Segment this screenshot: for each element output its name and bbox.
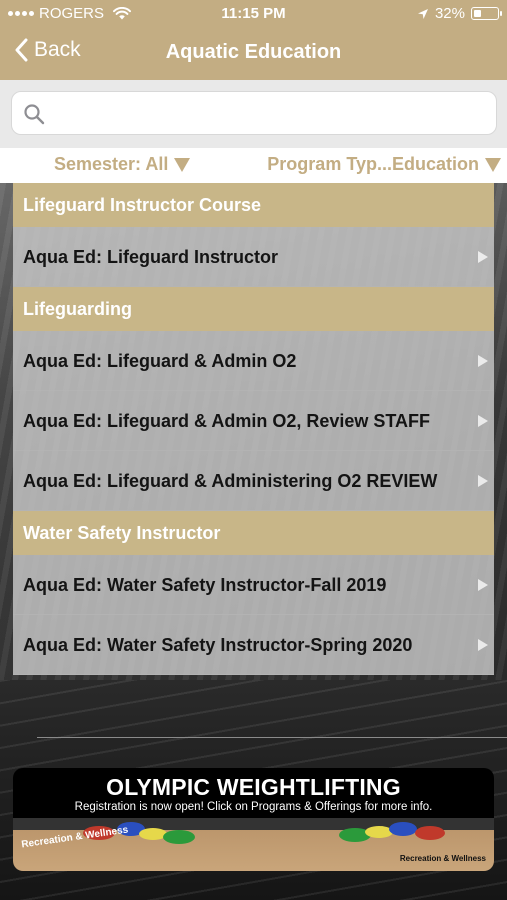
disclosure-arrow-icon	[478, 355, 488, 367]
weight-plate-icon	[415, 826, 445, 840]
list-item-label: Aqua Ed: Water Safety Instructor-Fall 20…	[23, 575, 387, 595]
list-item-label: Aqua Ed: Lifeguard & Admin O2, Review ST…	[23, 411, 431, 431]
list-item[interactable]: Aqua Ed: Water Safety Instructor-Fall 20…	[13, 555, 494, 615]
list-item[interactable]: Aqua Ed: Lifeguard Instructor	[13, 227, 494, 287]
disclosure-arrow-icon	[478, 579, 488, 591]
location-arrow-icon	[417, 8, 428, 19]
banner-title: OLYMPIC WEIGHTLIFTING	[106, 774, 401, 800]
weight-plate-icon	[163, 830, 195, 844]
list-item[interactable]: Aqua Ed: Lifeguard & Admin O2	[13, 331, 494, 391]
logo-right: Recreation & Wellness	[399, 854, 486, 863]
section-header-lifeguard-instructor-course: Lifeguard Instructor Course	[13, 183, 494, 227]
disclosure-arrow-icon	[478, 639, 488, 651]
status-bar: ROGERS 11:15 PM 32%	[0, 0, 507, 28]
battery-percent: 32%	[434, 5, 465, 22]
search-input[interactable]	[54, 100, 484, 128]
section-header-water-safety-instructor: Water Safety Instructor	[13, 511, 494, 555]
program-type-filter-label: Program Typ...Education	[267, 154, 479, 174]
status-right-group: 32%	[417, 5, 502, 22]
list-item[interactable]: Aqua Ed: Water Safety Instructor-Spring …	[13, 615, 494, 675]
disclosure-arrow-icon	[478, 475, 488, 487]
program-type-filter[interactable]: Program Typ...Education	[267, 154, 501, 175]
banner-image: Recreation & Wellness Recreation & Welln…	[13, 818, 494, 871]
navigation-bar: Back Aquatic Education	[0, 32, 507, 76]
divider	[37, 737, 507, 738]
search-icon	[24, 104, 45, 125]
program-list: Lifeguard Instructor Course Aqua Ed: Lif…	[13, 183, 494, 675]
disclosure-arrow-icon	[478, 415, 488, 427]
list-item-label: Aqua Ed: Lifeguard & Administering O2 RE…	[23, 471, 438, 491]
search-bar-container	[0, 80, 507, 148]
dropdown-triangle-icon	[174, 157, 191, 172]
banner-subtitle: Registration is now open! Click on Progr…	[74, 801, 433, 813]
list-item[interactable]: Aqua Ed: Lifeguard & Administering O2 RE…	[13, 451, 494, 511]
filter-bar: Semester: All Program Typ...Education	[0, 148, 507, 183]
dropdown-triangle-icon	[485, 157, 501, 172]
disclosure-arrow-icon	[478, 251, 488, 263]
battery-fill	[473, 9, 481, 17]
battery-icon	[471, 7, 502, 20]
top-bar: ROGERS 11:15 PM 32% Back Aquatic Educati…	[0, 0, 507, 80]
semester-filter-label: Semester: All	[54, 154, 169, 174]
list-item-label: Aqua Ed: Lifeguard & Admin O2	[23, 351, 297, 371]
list-item[interactable]: Aqua Ed: Lifeguard & Admin O2, Review ST…	[13, 391, 494, 451]
section-header-lifeguarding: Lifeguarding	[13, 287, 494, 331]
list-item-label: Aqua Ed: Water Safety Instructor-Spring …	[23, 635, 413, 655]
search-field[interactable]	[11, 91, 497, 135]
promo-banner[interactable]: OLYMPIC WEIGHTLIFTING Registration is no…	[13, 768, 494, 871]
page-title: Aquatic Education	[165, 41, 342, 63]
semester-filter[interactable]: Semester: All	[54, 154, 191, 175]
weight-plate-icon	[389, 822, 417, 836]
list-item-label: Aqua Ed: Lifeguard Instructor	[23, 247, 279, 267]
